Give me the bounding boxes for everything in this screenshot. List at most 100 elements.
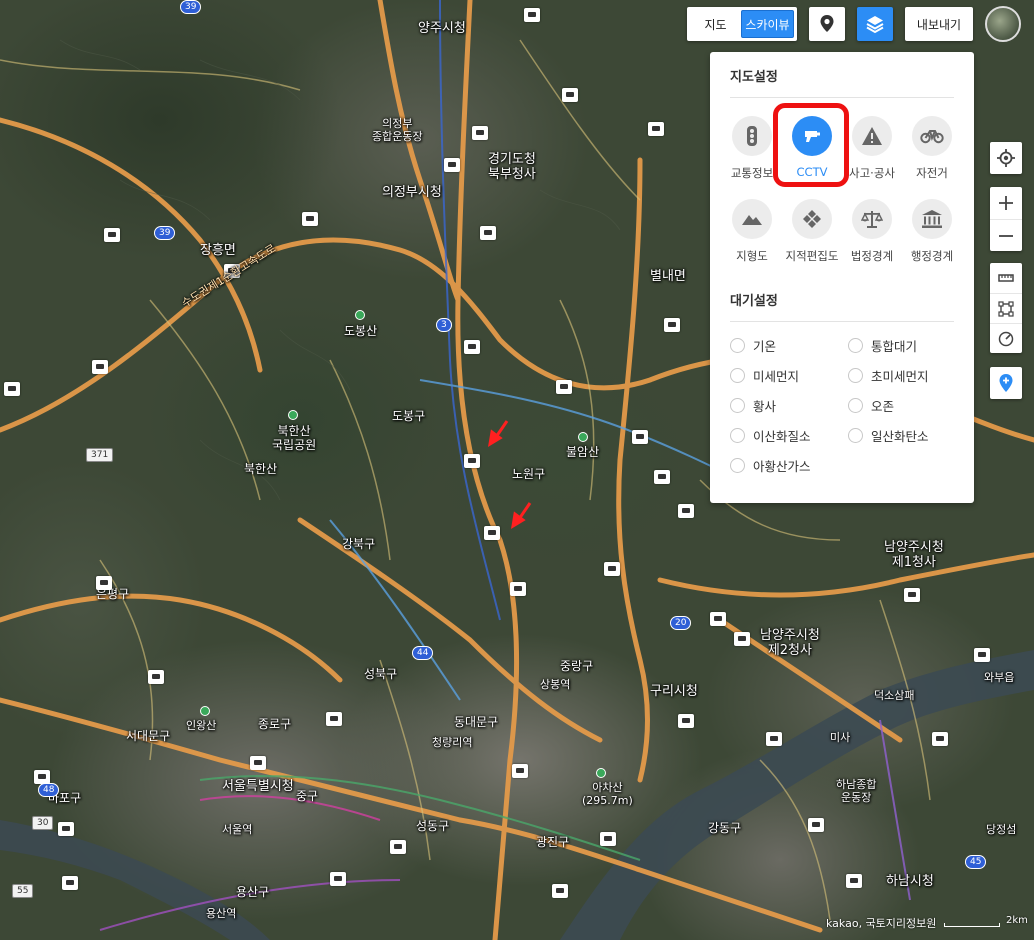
skyview-mode-button[interactable]: 스카이뷰 [741,10,794,38]
cctv-marker-icon[interactable] [600,832,616,846]
layer-cctv[interactable]: CCTV [782,116,842,181]
my-place-button[interactable] [990,367,1022,399]
air-option-temperature[interactable]: 기온 [730,336,848,354]
district-jung[interactable]: 중구 [296,789,318,804]
park-marker-icon[interactable] [288,410,298,420]
district-dobong[interactable]: 도봉구 [392,409,425,424]
mountain-marker-icon[interactable] [596,768,606,778]
cctv-marker-icon[interactable] [932,732,948,746]
cctv-marker-icon[interactable] [512,764,528,778]
place-namyangju1[interactable]: 남양주시청 제1청사 [884,540,944,571]
cctv-marker-icon[interactable] [678,504,694,518]
layer-traffic[interactable]: 교통정보 [722,116,782,181]
district-yongsan-gu[interactable]: 용산구 [236,885,269,900]
place-hanam[interactable]: 하남시청 [886,874,934,890]
place-bukhansan[interactable]: 북한산 [244,462,277,477]
air-option-integrated[interactable]: 통합대기 [848,336,966,354]
place-achasan[interactable]: 아차산 (295.7m) [582,781,633,807]
district-gangdong[interactable]: 강동구 [708,821,741,836]
place-yongsan[interactable]: 용산역 [206,907,236,921]
map-mode-button[interactable]: 지도 [690,10,741,38]
radio-button[interactable] [730,337,745,353]
export-button[interactable]: 내보내기 [905,7,973,41]
place-seoul-station[interactable]: 서울역 [222,823,252,837]
cctv-marker-icon[interactable] [664,318,680,332]
place-buramsan[interactable]: 불암산 [566,445,599,460]
cctv-marker-icon[interactable] [326,712,342,726]
mountain-marker-icon[interactable] [200,706,210,716]
layer-button[interactable] [857,7,893,41]
cctv-marker-icon[interactable] [710,612,726,626]
layer-terrain[interactable]: 지형도 [722,199,782,264]
layer-accident[interactable]: 사고·공사 [842,116,902,181]
place-dobongsan[interactable]: 도봉산 [344,324,377,339]
place-dangjeong[interactable]: 당정섬 [986,823,1016,837]
distance-button[interactable] [990,263,1022,293]
cctv-marker-icon[interactable] [974,648,990,662]
district-eunpyeong[interactable]: 은평구 [96,587,129,602]
radius-button[interactable] [990,323,1022,353]
cctv-marker-icon[interactable] [302,212,318,226]
district-jungnang[interactable]: 중랑구 [560,659,593,674]
air-option-no2[interactable]: 이산화질소 [730,426,848,444]
district-gwangjin[interactable]: 광진구 [536,835,569,850]
air-option-yellow-dust[interactable]: 황사 [730,396,848,414]
cctv-marker-icon[interactable] [552,884,568,898]
radio-button[interactable] [730,427,745,443]
cctv-marker-icon[interactable] [632,430,648,444]
place-seoul[interactable]: 서울특별시청 [222,779,294,795]
radio-button[interactable] [848,337,863,353]
place-sangbong[interactable]: 상봉역 [540,678,570,692]
cctv-marker-icon[interactable] [678,714,694,728]
district-seongbuk[interactable]: 성북구 [364,667,397,682]
cctv-marker-icon[interactable] [4,382,20,396]
district-dongdaemun[interactable]: 동대문구 [454,715,498,730]
cctv-marker-icon[interactable] [250,756,266,770]
radio-button[interactable] [848,397,863,413]
zoom-in-button[interactable] [990,187,1022,219]
cctv-marker-icon[interactable] [464,454,480,468]
cctv-marker-icon[interactable] [92,360,108,374]
mountain-marker-icon[interactable] [355,310,365,320]
cctv-marker-icon[interactable] [648,122,664,136]
place-guri[interactable]: 구리시청 [650,684,698,700]
place-deokso[interactable]: 덕소삼패 [874,689,914,703]
place-uijeongbu-stadium[interactable]: 의정부 종합운동장 [372,117,423,143]
cctv-marker-icon[interactable] [654,470,670,484]
radio-button[interactable] [730,367,745,383]
district-seodaemun[interactable]: 서대문구 [126,729,170,744]
layer-admin-boundary[interactable]: 행정경계 [902,199,962,264]
roadview-button[interactable] [809,7,845,41]
cctv-marker-icon[interactable] [846,874,862,888]
district-jongno[interactable]: 종로구 [258,717,291,732]
globe-view-icon[interactable] [985,6,1021,42]
layer-bicycle[interactable]: 자전거 [902,116,962,181]
air-option-co[interactable]: 일산화탄소 [848,426,966,444]
place-jangheung[interactable]: 장흥면 [200,243,236,259]
place-inwangsan[interactable]: 인왕산 [186,719,216,733]
cctv-marker-icon[interactable] [808,818,824,832]
radio-button[interactable] [848,367,863,383]
radio-button[interactable] [730,457,745,473]
cctv-marker-icon[interactable] [510,582,526,596]
place-byeollae[interactable]: 별내면 [650,269,686,285]
air-option-ozone[interactable]: 오존 [848,396,966,414]
cctv-marker-icon[interactable] [480,226,496,240]
cctv-marker-icon[interactable] [464,340,480,354]
air-option-so2[interactable]: 아황산가스 [730,456,848,474]
place-yangju[interactable]: 양주시청 [418,21,466,37]
cctv-marker-icon[interactable] [562,88,578,102]
place-gyeonggi-north[interactable]: 경기도청 북부청사 [488,152,536,183]
cctv-marker-icon[interactable] [524,8,540,22]
place-hanam-stadium[interactable]: 하남종합 운동장 [836,778,876,804]
cctv-marker-icon[interactable] [96,576,112,590]
place-misa[interactable]: 미사 [830,731,850,745]
cctv-marker-icon[interactable] [556,380,572,394]
area-button[interactable] [990,293,1022,323]
cctv-marker-icon[interactable] [472,126,488,140]
my-location-button[interactable] [990,142,1022,174]
cctv-marker-icon[interactable] [904,588,920,602]
district-nowon[interactable]: 노원구 [512,467,545,482]
radio-button[interactable] [730,397,745,413]
cctv-marker-icon[interactable] [390,840,406,854]
